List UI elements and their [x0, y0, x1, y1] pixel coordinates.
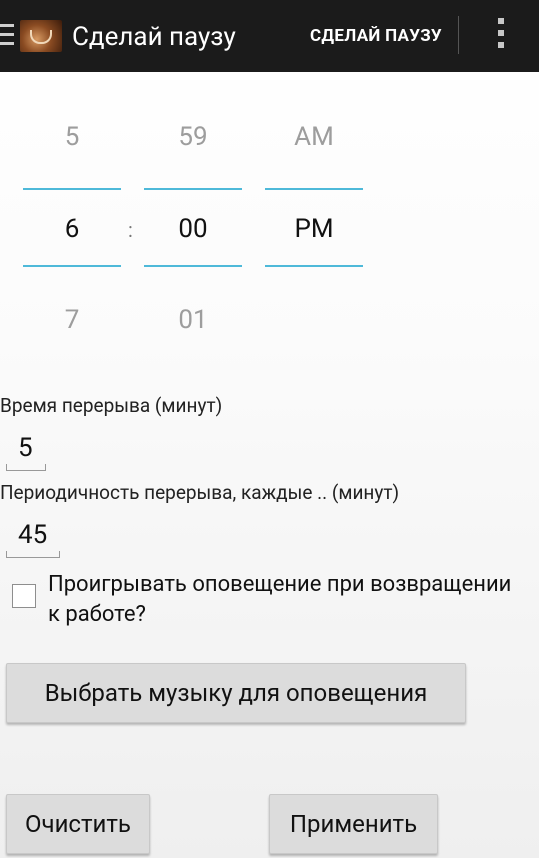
ampm-current[interactable]: PM [265, 214, 363, 244]
minute-current[interactable]: 00 [144, 214, 242, 244]
break-duration-label: Время перерыва (минут) [0, 394, 223, 417]
ampm-divider-bottom [265, 265, 363, 267]
minute-picker[interactable]: 59 00 01 [144, 0, 242, 360]
break-interval-label: Периодичность перерыва, каждые .. (минут… [0, 481, 400, 504]
hour-current[interactable]: 6 [23, 214, 121, 244]
break-interval-input[interactable]: 45 [18, 520, 47, 550]
notify-checkbox-label[interactable]: Проигрывать оповещение при возвращении к… [48, 570, 528, 630]
break-interval-underline [6, 551, 60, 558]
break-duration-underline [6, 464, 46, 471]
break-duration-input[interactable]: 5 [18, 433, 33, 463]
minute-divider-bottom [144, 265, 242, 267]
apply-button[interactable]: Применить [269, 794, 438, 854]
hour-prev[interactable]: 5 [23, 122, 121, 152]
ampm-prev[interactable]: AM [265, 122, 363, 152]
notify-checkbox[interactable] [12, 584, 36, 608]
ampm-picker[interactable]: AM PM [265, 0, 363, 360]
hour-divider-bottom [23, 265, 121, 267]
minute-prev[interactable]: 59 [144, 122, 242, 152]
minute-divider-top [144, 188, 242, 190]
time-separator: : [128, 218, 133, 242]
choose-music-button[interactable]: Выбрать музыку для оповещения [6, 663, 466, 723]
ampm-divider-top [265, 188, 363, 190]
more-vertical-icon[interactable] [496, 18, 506, 54]
minute-next[interactable]: 01 [144, 305, 242, 335]
hamburger-icon[interactable] [0, 24, 14, 46]
hour-divider-top [23, 188, 121, 190]
action-divider [458, 16, 459, 54]
clear-button[interactable]: Очистить [6, 794, 150, 854]
hour-picker[interactable]: 5 6 7 [23, 0, 121, 360]
hour-next[interactable]: 7 [23, 305, 121, 335]
